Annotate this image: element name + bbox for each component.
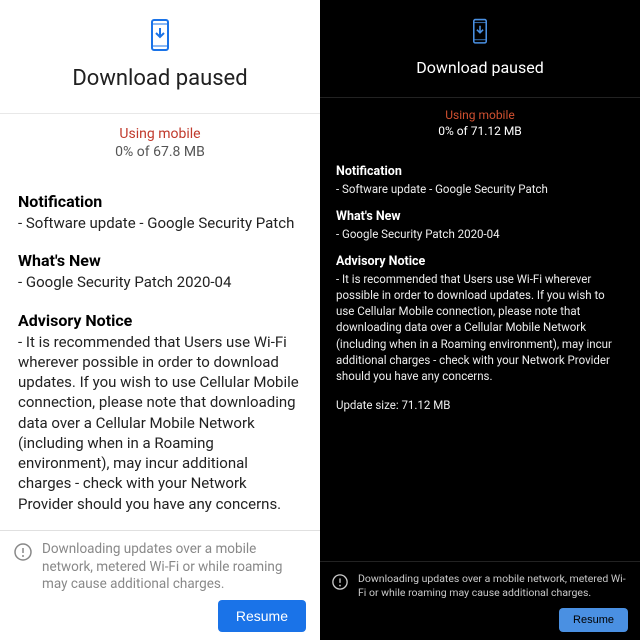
progress-label: 0% of 71.12 MB (320, 124, 640, 138)
notification-body: - Software update - Google Security Patc… (336, 181, 624, 197)
advisory-heading: Advisory Notice (336, 254, 624, 269)
update-size: Update size: 71.12 MB (336, 398, 624, 412)
phone-download-icon (469, 18, 491, 50)
advisory-body: - It is recommended that Users use Wi-Fi… (18, 332, 302, 514)
network-label: Using mobile (0, 126, 320, 142)
info-icon (14, 543, 32, 565)
whatsnew-heading: What's New (336, 209, 624, 224)
whatsnew-body: - Google Security Patch 2020-04 (336, 226, 624, 242)
phone-download-icon (146, 18, 174, 58)
download-status: Using mobile 0% of 67.8 MB (0, 126, 320, 160)
notification-heading: Notification (18, 192, 302, 211)
advisory-heading: Advisory Notice (18, 311, 302, 330)
footer: Downloading updates over a mobile networ… (0, 530, 320, 640)
resume-button[interactable]: Resume (218, 600, 306, 632)
download-status: Using mobile 0% of 71.12 MB (320, 108, 640, 138)
header: Download paused (0, 0, 320, 101)
info-icon (332, 574, 348, 594)
whatsnew-heading: What's New (18, 251, 302, 270)
footer-warning: Downloading updates over a mobile networ… (42, 541, 306, 594)
footer-warning: Downloading updates over a mobile networ… (358, 572, 628, 600)
update-panel-dark: Download paused Using mobile 0% of 71.12… (320, 0, 640, 640)
page-title: Download paused (0, 66, 320, 91)
progress-label: 0% of 67.8 MB (0, 144, 320, 160)
resume-button[interactable]: Resume (559, 608, 628, 632)
notification-body: - Software update - Google Security Patc… (18, 213, 302, 233)
page-title: Download paused (320, 58, 640, 77)
notification-heading: Notification (336, 164, 624, 179)
divider (320, 97, 640, 98)
divider (0, 113, 320, 114)
footer: Downloading updates over a mobile networ… (320, 561, 640, 640)
network-label: Using mobile (320, 108, 640, 122)
header: Download paused (320, 0, 640, 87)
advisory-body: - It is recommended that Users use Wi-Fi… (336, 271, 624, 384)
update-panel-light: Download paused Using mobile 0% of 67.8 … (0, 0, 320, 640)
whatsnew-body: - Google Security Patch 2020-04 (18, 272, 302, 292)
